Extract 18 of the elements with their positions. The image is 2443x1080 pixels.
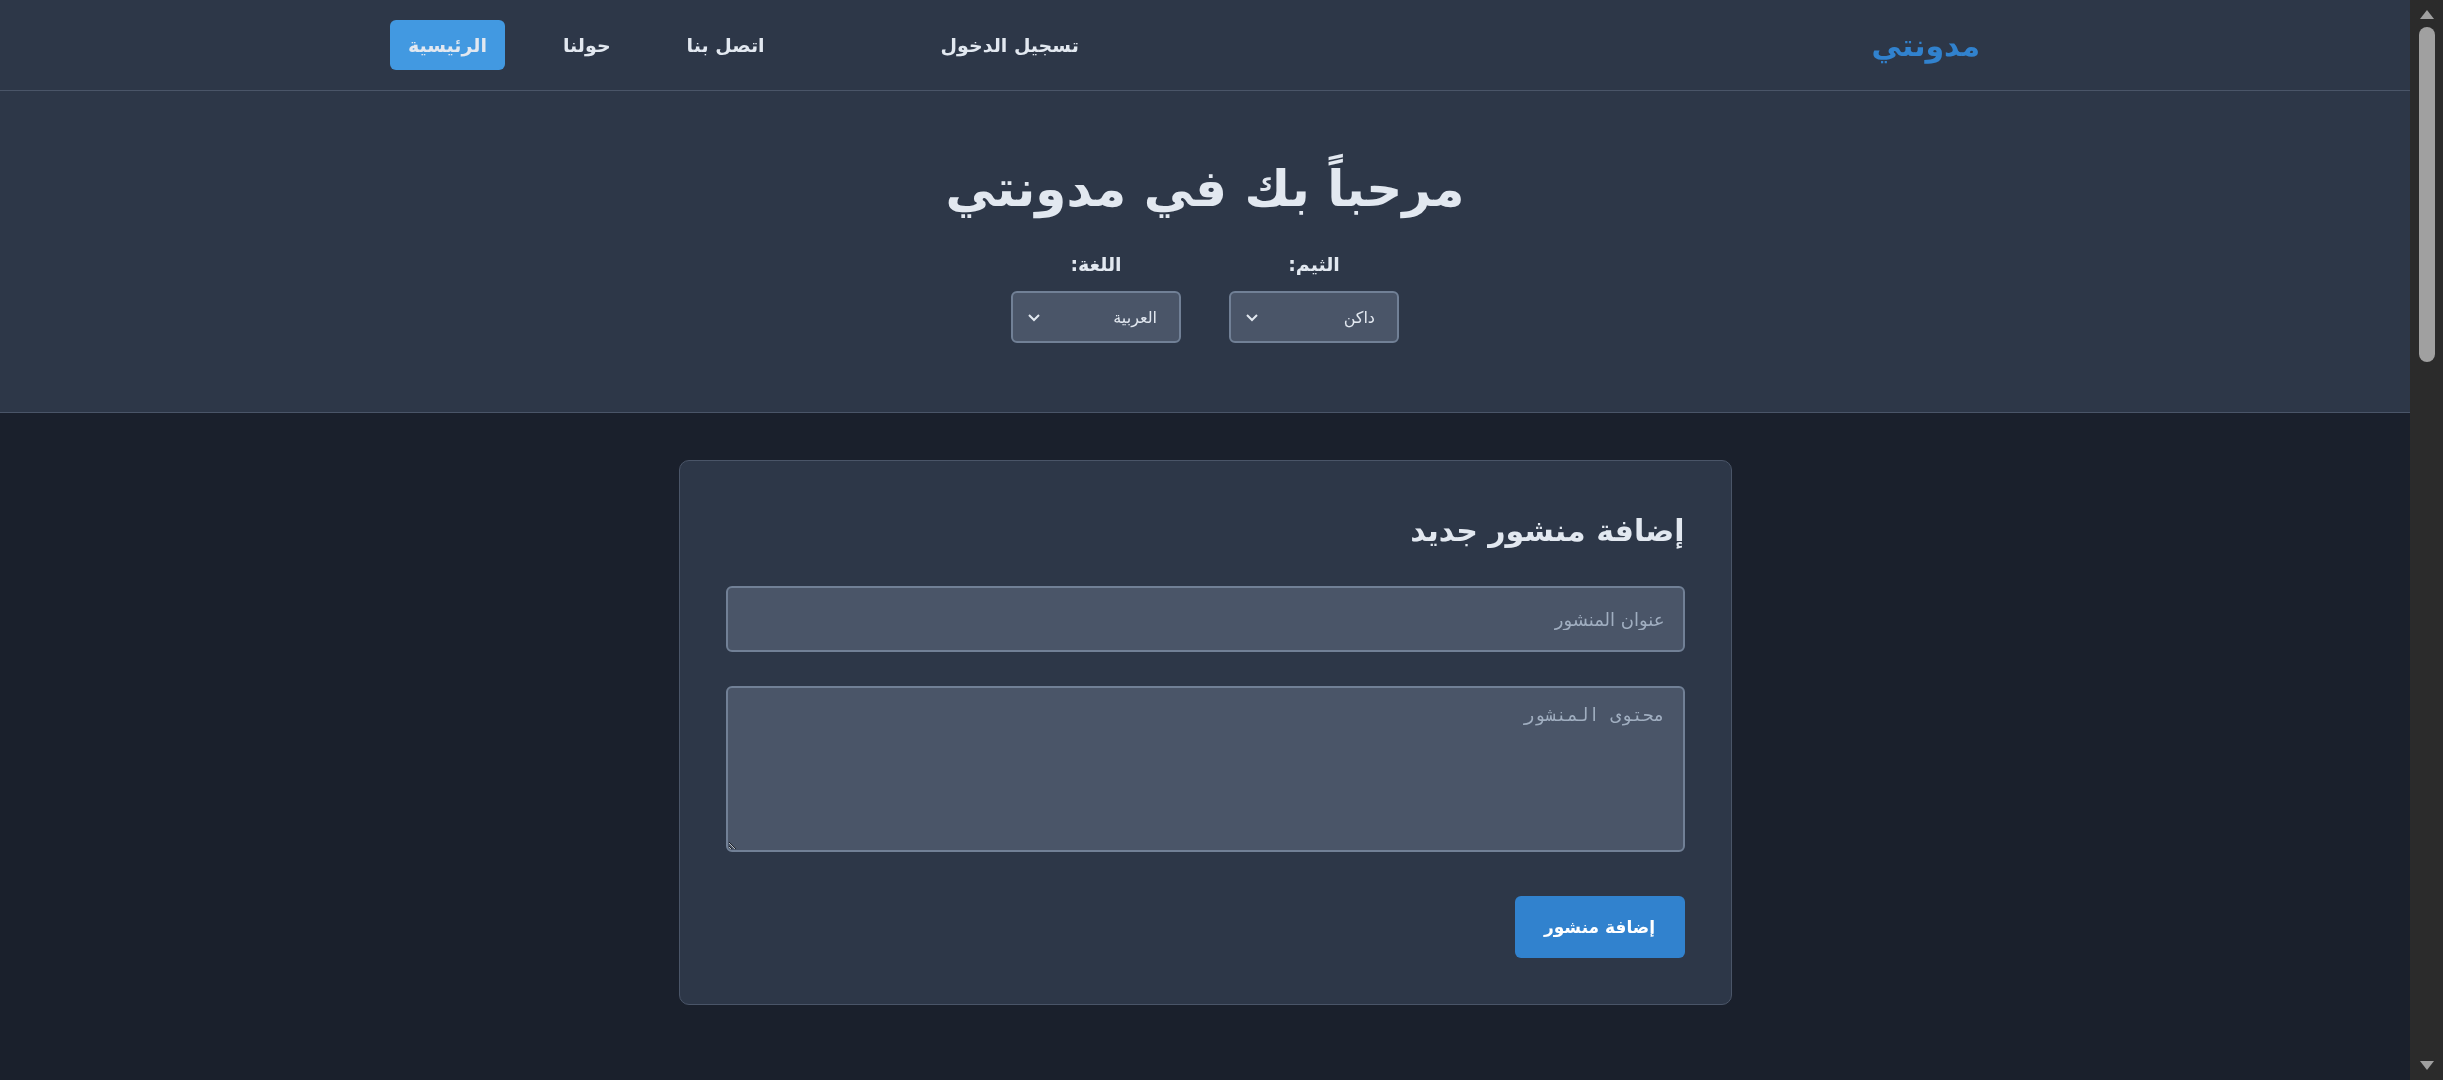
form-title: إضافة منشور جديد [1409, 513, 1685, 548]
select-dropdown[interactable]: العربية [1011, 291, 1181, 343]
setting-label: اللغة: [1070, 253, 1122, 275]
nav-link[interactable]: اتصل بنا [668, 20, 783, 70]
nav-link[interactable]: تسجيل الدخول [922, 20, 1097, 70]
scrollbar[interactable] [2410, 0, 2443, 1080]
scroll-thumb[interactable] [2418, 27, 2435, 362]
chevron-down-icon [1245, 312, 1259, 322]
content-field[interactable]: محتوى المنشور [725, 686, 1685, 852]
title-field[interactable]: عنوان المنشور [725, 586, 1685, 652]
add-post-button[interactable]: إضافة منشور [1514, 896, 1685, 958]
select-dropdown[interactable]: داكن [1229, 291, 1399, 343]
scroll-up-icon[interactable] [2419, 10, 2434, 19]
setting-label: الثيم: [1288, 253, 1340, 275]
nav-link[interactable]: حولنا [544, 20, 629, 70]
scroll-down-icon[interactable] [2419, 1061, 2434, 1070]
chevron-down-icon [1027, 312, 1041, 322]
page-title: مرحباً بك في مدونتي [945, 149, 1465, 229]
